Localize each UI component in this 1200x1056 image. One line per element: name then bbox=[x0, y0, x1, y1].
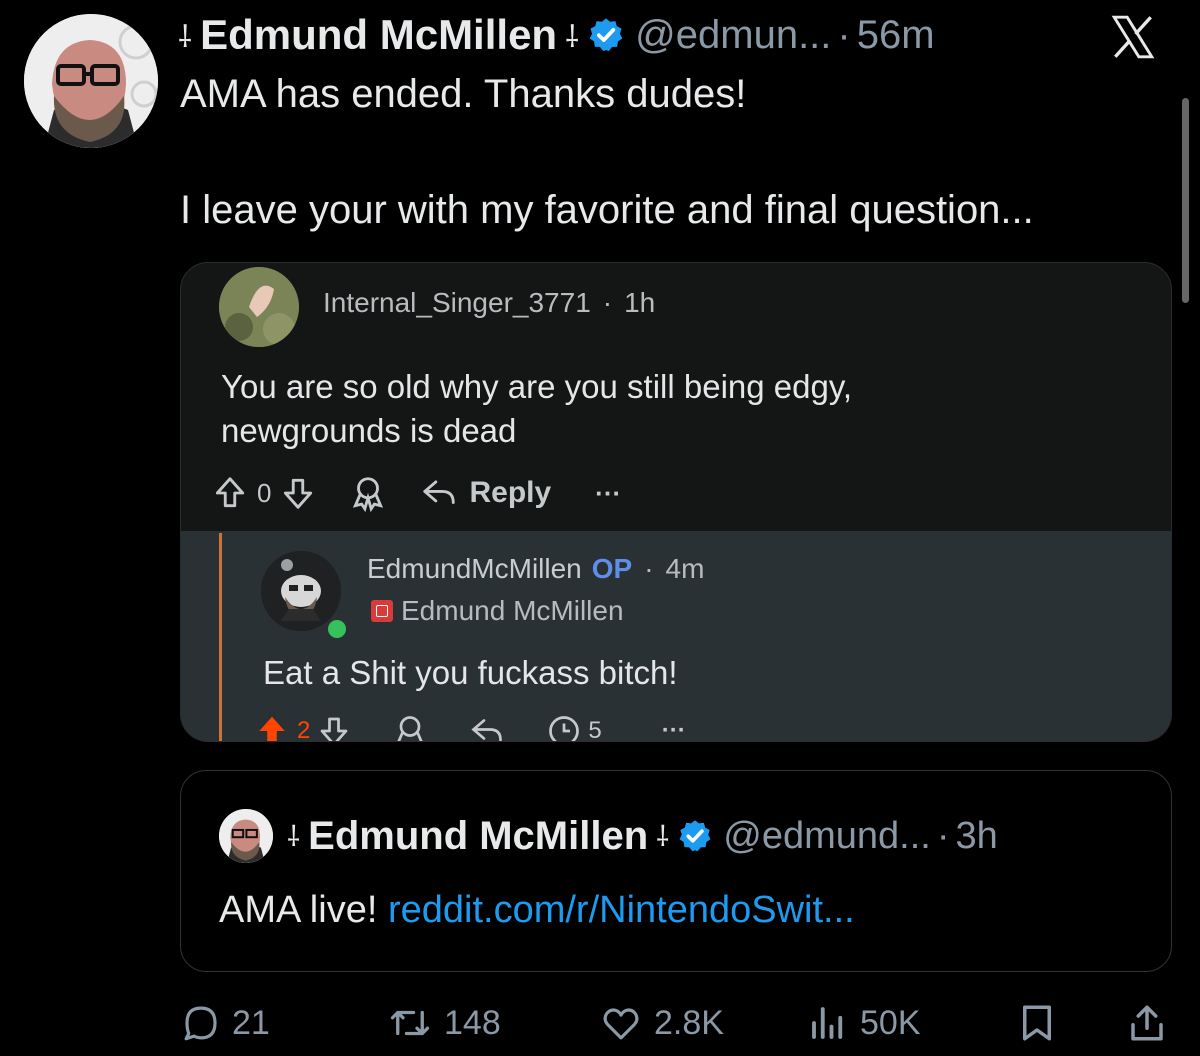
retweet-icon bbox=[390, 1010, 430, 1036]
reply-reply-icon[interactable] bbox=[468, 713, 506, 742]
retweet-count: 148 bbox=[444, 1003, 501, 1042]
comment-separator: · bbox=[602, 287, 613, 318]
comment-more-button[interactable]: ··· bbox=[595, 478, 621, 509]
quoted-tweet[interactable]: ⸸ Edmund McMillen ⸸ @edmund... · 3h AMA … bbox=[180, 770, 1172, 972]
quoted-separator: · bbox=[936, 814, 950, 857]
op-username[interactable]: EdmundMcMillen bbox=[367, 553, 582, 585]
comment-time: 1h bbox=[624, 287, 656, 318]
reply-separator: · bbox=[644, 553, 654, 584]
reply-action[interactable]: 21 bbox=[180, 1000, 270, 1046]
comment-text-line1: You are so old why are you still being e… bbox=[221, 368, 853, 405]
tweet-text-line2: I leave your with my favorite and final … bbox=[180, 188, 1034, 232]
verified-badge-icon bbox=[589, 18, 623, 52]
bookmark-icon bbox=[1023, 1005, 1051, 1041]
views-count: 50K bbox=[860, 1003, 921, 1042]
reply-score: 2 bbox=[297, 717, 311, 742]
name-symbol-left: ⸸ bbox=[178, 20, 193, 54]
views-action[interactable]: 50K bbox=[806, 1000, 921, 1046]
comment-reply-button[interactable]: Reply bbox=[469, 476, 551, 510]
share-action[interactable] bbox=[1126, 1000, 1178, 1046]
reply-text: Eat a Shit you fuckass bitch! bbox=[263, 654, 678, 691]
quoted-time: 3h bbox=[955, 814, 998, 857]
thread-line bbox=[219, 533, 222, 741]
awards-count-icon[interactable] bbox=[546, 713, 582, 742]
quoted-text: AMA live! bbox=[219, 889, 378, 931]
share-icon bbox=[1131, 1005, 1163, 1041]
quoted-author-name: Edmund McMillen bbox=[308, 813, 649, 858]
views-chart-icon bbox=[812, 1007, 843, 1039]
commenter-username[interactable]: Internal_Singer_3771 bbox=[323, 287, 591, 319]
header-separator: · bbox=[837, 12, 851, 57]
comment-text-line2: newgrounds is dead bbox=[221, 412, 517, 449]
bookmark-action[interactable] bbox=[1016, 1000, 1068, 1046]
quoted-link[interactable]: reddit.com/r/NintendoSwit... bbox=[388, 889, 855, 931]
downvote-icon[interactable] bbox=[279, 474, 317, 512]
reply-downvote-icon[interactable] bbox=[316, 713, 352, 742]
like-action[interactable]: 2.8K bbox=[598, 1000, 724, 1046]
upvoted-icon[interactable] bbox=[253, 712, 291, 742]
like-count: 2.8K bbox=[654, 1003, 724, 1042]
quoted-symbol-right: ⸸ bbox=[656, 821, 670, 852]
retweet-action[interactable]: 148 bbox=[386, 1000, 501, 1046]
reply-arrow-icon[interactable] bbox=[419, 474, 459, 512]
tweet-header: ⸸ Edmund McMillen ⸸ @edmun... · 56m bbox=[178, 10, 935, 60]
award-icon[interactable] bbox=[349, 474, 387, 512]
flair-icon bbox=[371, 600, 393, 622]
quoted-author-avatar bbox=[219, 809, 273, 863]
name-symbol-right: ⸸ bbox=[565, 20, 580, 54]
op-badge: OP bbox=[591, 553, 633, 584]
x-logo-icon[interactable] bbox=[1108, 12, 1158, 62]
online-indicator bbox=[325, 617, 349, 641]
author-handle[interactable]: @edmun... bbox=[635, 13, 831, 58]
tweet-text-line1: AMA has ended. Thanks dudes! bbox=[180, 72, 747, 116]
quoted-verified-badge-icon bbox=[679, 820, 711, 852]
upvote-icon[interactable] bbox=[211, 474, 249, 512]
heart-icon bbox=[603, 1008, 639, 1040]
reply-awards-count: 5 bbox=[588, 717, 602, 742]
reddit-screenshot: Internal_Singer_3771 · 1h You are so old… bbox=[180, 262, 1172, 742]
reply-more-button[interactable]: ··· bbox=[662, 717, 686, 741]
author-name[interactable]: Edmund McMillen bbox=[200, 11, 557, 59]
author-avatar[interactable] bbox=[24, 14, 158, 148]
commenter-avatar bbox=[219, 267, 299, 347]
op-flair: Edmund McMillen bbox=[401, 595, 624, 626]
reply-count: 21 bbox=[232, 1003, 270, 1042]
reply-icon bbox=[184, 1006, 217, 1041]
quoted-author-handle: @edmund... bbox=[723, 814, 931, 857]
reply-award-icon[interactable] bbox=[392, 713, 428, 742]
tweet-time[interactable]: 56m bbox=[857, 13, 935, 58]
scrollbar[interactable] bbox=[1182, 98, 1189, 303]
reply-time: 4m bbox=[665, 553, 705, 584]
comment-score: 0 bbox=[257, 477, 272, 508]
quoted-symbol-left: ⸸ bbox=[287, 821, 301, 852]
